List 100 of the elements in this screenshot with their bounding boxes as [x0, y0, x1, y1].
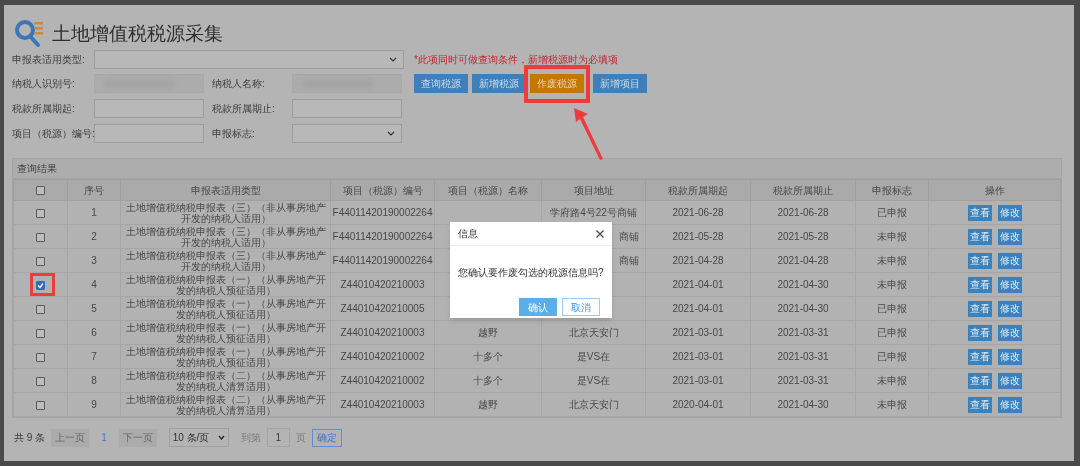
- action-button[interactable]: 新增项目: [593, 74, 647, 93]
- table-cell: F44011420190002264: [332, 207, 433, 218]
- checkbox[interactable]: [36, 352, 45, 362]
- table-cell: F44011420190002264: [332, 231, 433, 242]
- checkbox[interactable]: [36, 256, 45, 266]
- table-cell: 未申报: [877, 279, 907, 290]
- row-action-button[interactable]: 修改: [997, 324, 1022, 341]
- row-action-button[interactable]: 修改: [997, 204, 1022, 221]
- column-header: 项目地址: [541, 179, 646, 201]
- page-title: 土地增值税税源采集: [52, 21, 223, 46]
- table-cell: 2021-06-28: [777, 207, 829, 218]
- close-icon[interactable]: [596, 229, 604, 238]
- checkbox[interactable]: [36, 186, 45, 196]
- page-size-select[interactable]: 10 条/页: [168, 428, 229, 447]
- column-header: 项目（税源）编号: [330, 179, 435, 201]
- table-cell: 土地增值税纳税申报表（三）（非从事房地产开发的纳税人适用）: [125, 249, 326, 272]
- panel-title: 查询结果: [17, 162, 57, 176]
- row-action-button[interactable]: 查看: [967, 300, 992, 317]
- field-label: 税款所属期止:: [212, 102, 276, 116]
- row-action-button[interactable]: 修改: [997, 348, 1022, 365]
- confirm-button[interactable]: 确定: [311, 428, 342, 447]
- table-cell: 6: [91, 327, 97, 338]
- table-cell: Z44010420210003: [340, 399, 425, 410]
- dialog-button[interactable]: 取消: [562, 298, 600, 316]
- table-cell: 土地增值税纳税申报表（一）（从事房地产开发的纳税人预征适用）: [125, 273, 326, 296]
- action-button[interactable]: 查询税源: [414, 74, 468, 93]
- table-cell: 是VS在: [576, 351, 611, 362]
- field-label: 税款所属期起:: [12, 102, 76, 116]
- input-field[interactable]: [292, 99, 402, 118]
- checkbox[interactable]: [36, 208, 45, 218]
- table-cell: 未申报: [877, 255, 907, 266]
- input-field[interactable]: [94, 124, 204, 143]
- checkbox[interactable]: [36, 328, 45, 338]
- table-cell: 2021-04-01: [672, 303, 724, 314]
- table-cell: 十多个: [473, 375, 503, 386]
- row-action-button[interactable]: 查看: [967, 348, 992, 365]
- table-cell: Z44010420210002: [340, 351, 425, 362]
- table-cell: 十多个: [473, 351, 503, 362]
- table-cell: 商铺: [619, 231, 639, 242]
- total-count: 共 9 条: [14, 431, 46, 445]
- row-action-button[interactable]: 修改: [997, 252, 1022, 269]
- column-header: 序号: [67, 179, 121, 201]
- table-cell: 2021-04-30: [777, 279, 829, 290]
- table-cell: F44011420190002264: [332, 255, 433, 266]
- table-cell: 土地增值税纳税申报表（二）（从事房地产开发的纳税人清算适用）: [125, 393, 326, 416]
- table-cell: 3: [91, 255, 97, 266]
- table-cell: 已申报: [877, 207, 907, 218]
- table-cell: 土地增值税纳税申报表（一）（从事房地产开发的纳税人预征适用）: [125, 345, 326, 368]
- table-cell: 未申报: [877, 231, 907, 242]
- checkbox[interactable]: [36, 280, 45, 290]
- row-action-button[interactable]: 查看: [967, 204, 992, 221]
- table-cell: 越野: [478, 327, 498, 338]
- table-cell: 9: [91, 399, 97, 410]
- dialog-title: 信息: [458, 227, 478, 241]
- checkbox[interactable]: [36, 400, 45, 410]
- table-cell: 土地增值税纳税申报表（三）（非从事房地产开发的纳税人适用）: [125, 225, 326, 248]
- table-cell: 7: [91, 351, 97, 362]
- caret-icon: [217, 435, 225, 440]
- checkbox[interactable]: [36, 376, 45, 386]
- caret-icon: [387, 131, 395, 136]
- row-action-button[interactable]: 修改: [997, 300, 1022, 317]
- column-header: 操作: [928, 179, 1061, 201]
- table-cell: 2020-04-01: [672, 399, 724, 410]
- table-cell: 2021-03-31: [777, 351, 829, 362]
- dialog-button[interactable]: 确认: [519, 298, 557, 316]
- select-field[interactable]: [292, 124, 402, 143]
- page-input[interactable]: 1: [266, 428, 290, 447]
- column-header: 申报表适用类型: [120, 179, 331, 201]
- row-action-button[interactable]: 修改: [997, 276, 1022, 293]
- table-cell: 土地增值税纳税申报表（二）（从事房地产开发的纳税人清算适用）: [125, 369, 326, 392]
- table-cell: 学府路4号22号商铺: [550, 207, 637, 218]
- table-cell: 土地增值税纳税申报表（一）（从事房地产开发的纳税人预征适用）: [125, 297, 326, 320]
- dialog-message: 您确认要作废勾选的税源信息吗?: [458, 267, 604, 278]
- table-cell: 土地增值税纳税申报表（三）（非从事房地产开发的纳税人适用）: [125, 201, 326, 224]
- required-note: *此项同时可做查询条件，新增税源时为必填项: [414, 52, 618, 67]
- row-action-button[interactable]: 修改: [997, 372, 1022, 389]
- table-cell: Z44010420210003: [340, 327, 425, 338]
- search-list-icon: [14, 19, 44, 49]
- checkbox[interactable]: [36, 232, 45, 242]
- table-cell: 2021-04-30: [777, 303, 829, 314]
- row-action-button[interactable]: 查看: [967, 276, 992, 293]
- row-action-button[interactable]: 查看: [967, 324, 992, 341]
- row-action-button[interactable]: 查看: [967, 228, 992, 245]
- action-button[interactable]: 作废税源: [530, 74, 584, 93]
- checkbox[interactable]: [36, 304, 45, 314]
- row-action-button[interactable]: 查看: [967, 396, 992, 413]
- row-action-button[interactable]: 修改: [997, 228, 1022, 245]
- select-field[interactable]: [94, 49, 404, 69]
- input-field[interactable]: [94, 99, 204, 118]
- row-action-button[interactable]: 查看: [967, 252, 992, 269]
- row-action-button[interactable]: 查看: [967, 372, 992, 389]
- table-cell: 已申报: [877, 327, 907, 338]
- table-cell: Z44010420210005: [340, 303, 425, 314]
- row-action-button[interactable]: 修改: [997, 396, 1022, 413]
- table-cell: 2021-03-01: [672, 375, 724, 386]
- field-label: 纳税人识别号:: [12, 77, 76, 91]
- table-cell: 商铺: [619, 255, 639, 266]
- table-cell: 未申报: [877, 375, 907, 386]
- action-button[interactable]: 新增税源: [472, 74, 526, 93]
- page-number[interactable]: 1: [95, 430, 113, 445]
